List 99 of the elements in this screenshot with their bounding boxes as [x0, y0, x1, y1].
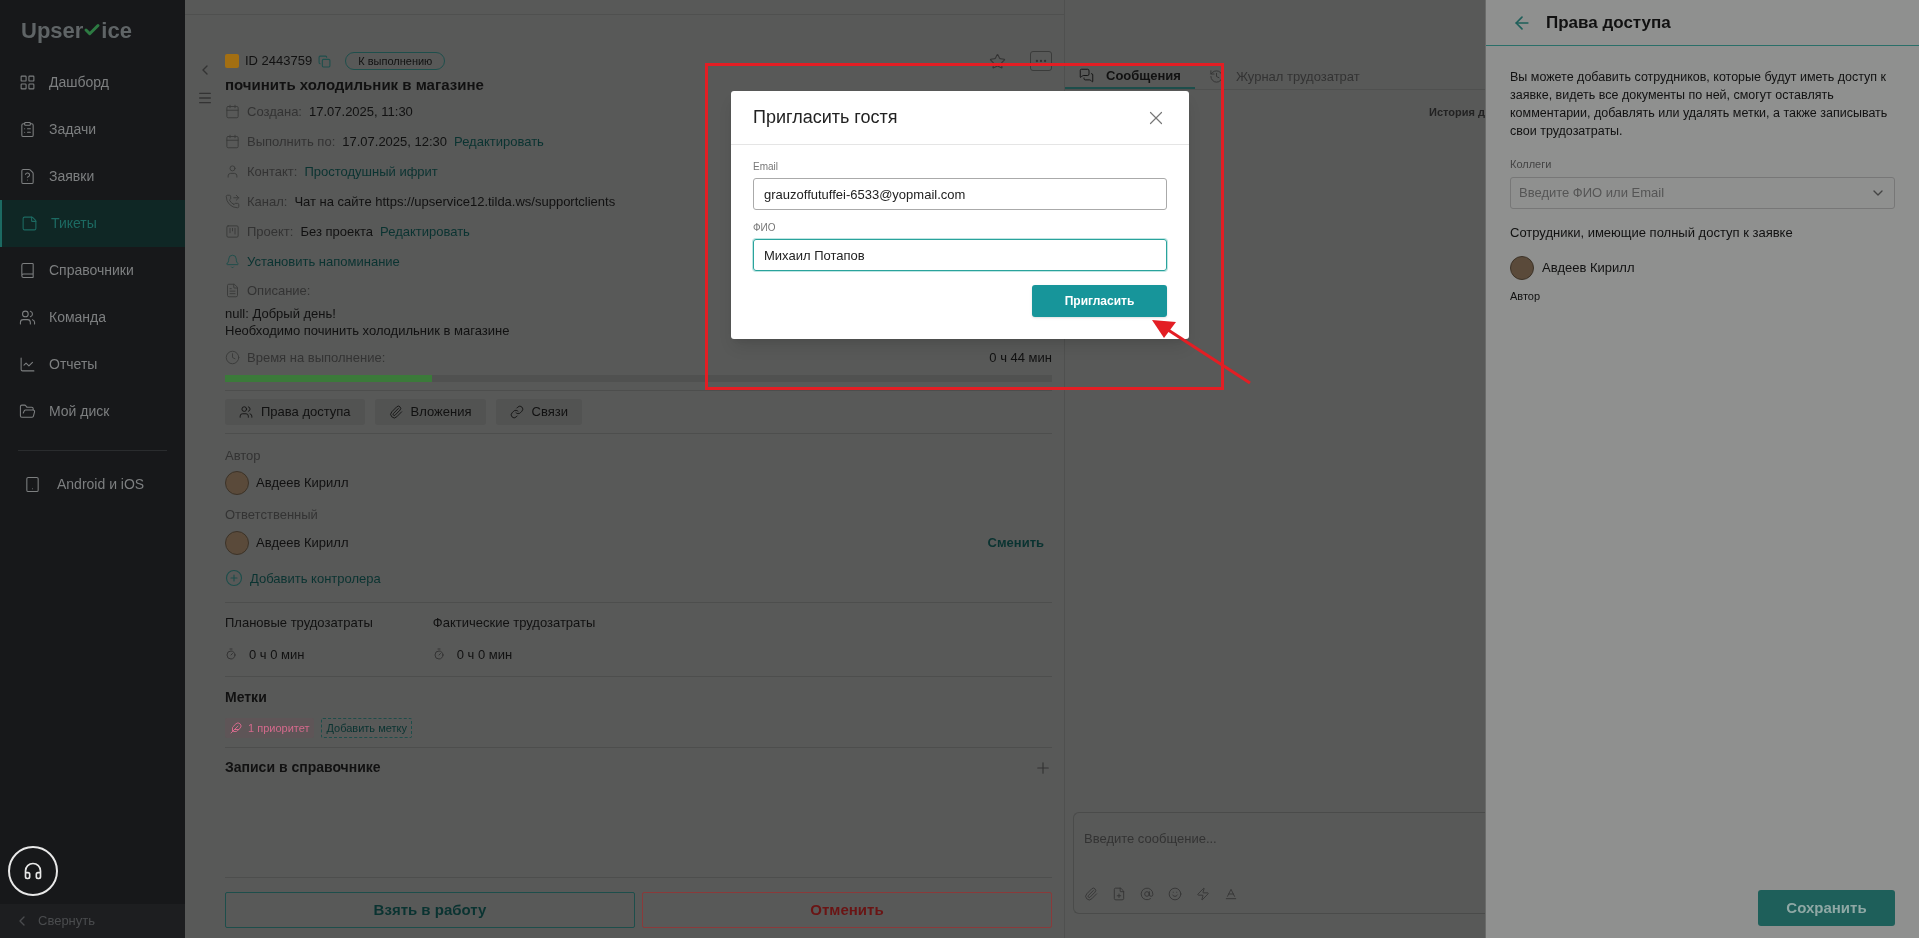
field-link[interactable]: Редактировать — [380, 221, 470, 242]
field-value: Чат на сайте https://upservice12.tilda.ws/supportclients — [294, 192, 616, 211]
action-icon — [239, 404, 253, 419]
author-name: Авдеев Кирилл — [256, 474, 349, 493]
toolbar-icon[interactable] — [1112, 887, 1126, 901]
field-label: Email — [753, 160, 779, 174]
nav-item[interactable]: Заявки — [0, 153, 185, 200]
nav-icon — [19, 168, 36, 185]
avatar — [225, 530, 249, 555]
colleagues-select[interactable]: Введите ФИО или Email — [1510, 176, 1895, 209]
ticket-type-icon — [225, 54, 239, 68]
description-icon — [225, 283, 240, 298]
menu-icon[interactable] — [197, 90, 213, 106]
action-button[interactable]: Вложения — [374, 398, 486, 425]
description-text: null: Добрый день! — [225, 304, 337, 322]
responsible-name: Авдеев Кирилл — [256, 533, 349, 552]
field-icon — [225, 224, 240, 239]
time-value: 0 ч 44 мин — [989, 348, 1052, 367]
nav-item[interactable]: Отчеты — [0, 341, 185, 388]
add-circle-icon — [225, 569, 243, 588]
text-field[interactable]: Михаил Потапов — [753, 239, 1167, 271]
members-title: Сотрудники, имеющие полный доступ к заявке — [1510, 223, 1794, 242]
ticket-id: ID 2443759 — [245, 52, 313, 71]
logo-text: Upser — [21, 16, 84, 45]
nav-icon — [21, 215, 38, 232]
toolbar-icon[interactable] — [1140, 887, 1154, 901]
invite-button[interactable]: Пригласить — [1032, 285, 1167, 317]
dialog-title: Пригласить гостя — [753, 106, 899, 129]
action-button[interactable]: Права доступа — [225, 398, 365, 425]
labor-label: Плановые трудозатраты — [225, 614, 373, 632]
panel-title: Права доступа — [1546, 11, 1671, 34]
ticket-title: починить холодильник в магазине — [225, 75, 485, 95]
nav-item[interactable]: Дашборд — [0, 59, 185, 106]
member-role: Автор — [1510, 289, 1542, 304]
toolbar-icon[interactable] — [1084, 887, 1098, 901]
toolbar-icon[interactable] — [1196, 887, 1210, 901]
labor-value: 0 ч 0 мин — [249, 645, 305, 664]
nav-item[interactable]: Мой диск — [0, 388, 185, 435]
avatar — [225, 471, 249, 495]
field-icon — [225, 104, 240, 119]
nav-icon — [19, 121, 36, 138]
nav-item[interactable]: Справочники — [0, 247, 185, 294]
field-value: 17.07.2025, 12:30 — [342, 132, 448, 151]
labor-label: Фактические трудозатраты — [432, 614, 596, 632]
select-placeholder: Введите ФИО или Email — [1519, 183, 1666, 202]
tags-title: Метки — [225, 688, 268, 707]
nav-item[interactable]: Android и iOS — [0, 466, 185, 502]
chat-tab[interactable]: Сообщения — [1065, 64, 1195, 89]
toolbar-icon[interactable] — [1168, 887, 1182, 901]
star-icon[interactable] — [989, 52, 1006, 70]
logo-text: ice — [101, 16, 132, 45]
member-name: Авдеев Кирилл — [1542, 259, 1635, 278]
directory-title: Записи в справочнике — [225, 758, 381, 777]
text-field[interactable]: grauzoffutuffei-6533@yopmail.com — [753, 178, 1167, 210]
cancel-button[interactable]: Отменить — [642, 892, 1052, 928]
panel-description: Вы можете добавить сотрудников, которые будут иметь доступ к заявке, видеть все документы по ней, смогут оставлять комментарии, добавлять или удалять метки, а также записывать свои трудозатраты. — [1510, 69, 1889, 140]
feather-icon — [230, 722, 242, 734]
description-text: Необходимо починить холодильник в магазине — [225, 321, 511, 339]
field-link[interactable]: Простодушный ифрит — [304, 161, 438, 182]
field-value: Без проекта — [300, 222, 374, 241]
avatar — [1510, 256, 1534, 280]
field-icon — [225, 164, 240, 179]
nav-item[interactable]: Задачи — [0, 106, 185, 153]
change-link[interactable]: Сменить — [987, 532, 1044, 553]
copy-icon[interactable] — [318, 54, 332, 68]
action-icon — [388, 404, 403, 419]
nav-icon — [19, 403, 36, 420]
take-button[interactable]: Взять в работу — [225, 892, 635, 928]
support-button[interactable] — [8, 846, 58, 896]
field-value: 17.07.2025, 11:30 — [309, 102, 413, 121]
nav-icon — [19, 309, 36, 326]
clock-icon — [225, 350, 240, 365]
add-controller-link[interactable]: Добавить контролера — [250, 568, 381, 588]
nav-item[interactable]: Тикеты — [0, 200, 185, 247]
more-button[interactable] — [1030, 51, 1052, 71]
nav-item[interactable]: Команда — [0, 294, 185, 341]
add-tag-button[interactable]: Добавить метку — [321, 718, 412, 738]
action-icon — [509, 404, 524, 419]
bell-icon — [225, 254, 240, 269]
headset-icon — [23, 861, 43, 881]
tablet-icon — [24, 475, 41, 493]
tab-icon — [1208, 69, 1224, 84]
save-button[interactable]: Сохранить — [1758, 890, 1895, 926]
labor-value: 0 ч 0 мин — [456, 645, 513, 664]
timer-icon — [432, 648, 445, 661]
tab-icon — [1079, 68, 1094, 83]
field-label: ФИО — [753, 221, 777, 235]
colleagues-label: Коллеги — [1510, 157, 1553, 172]
nav-icon — [19, 262, 36, 279]
field-icon — [225, 134, 240, 149]
field-icon — [225, 194, 240, 209]
tag[interactable]: 1 приоритет — [225, 718, 315, 738]
action-button[interactable]: Связи — [495, 398, 582, 425]
reminder-link[interactable]: Установить напоминание — [247, 251, 400, 272]
field-link[interactable]: Редактировать — [454, 131, 544, 152]
nav-icon — [19, 356, 36, 373]
toolbar-icon[interactable] — [1224, 887, 1238, 901]
nav-icon — [19, 74, 36, 91]
timer-icon — [225, 648, 237, 661]
